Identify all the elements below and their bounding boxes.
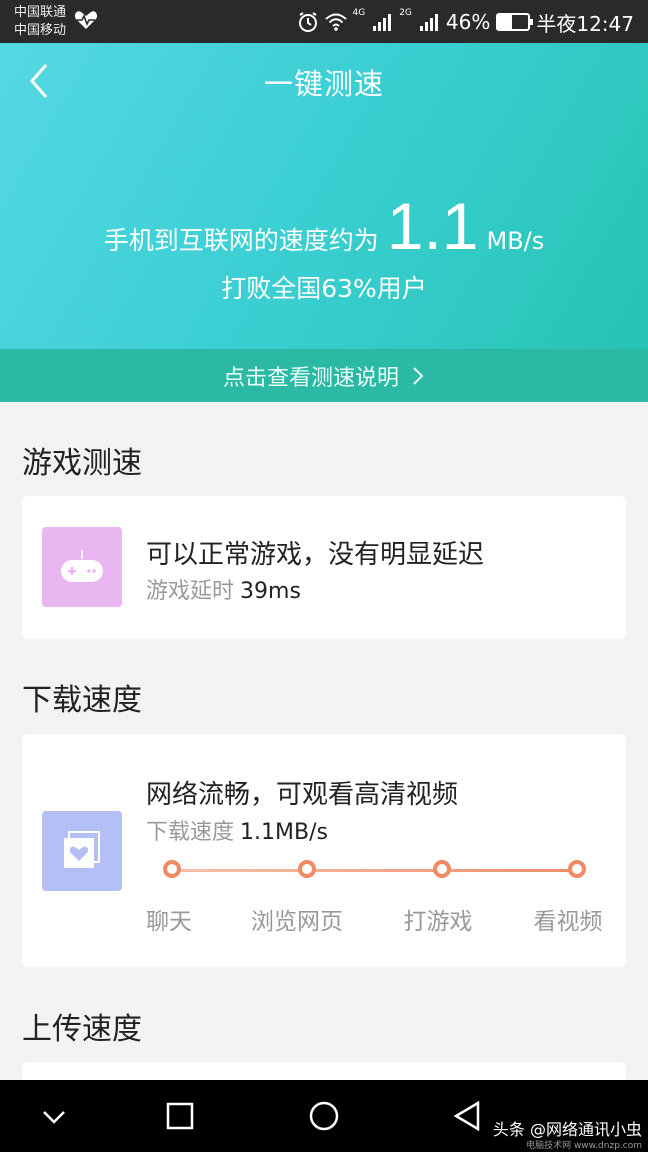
level-dot xyxy=(568,860,586,878)
download-speed-value: 1.1MB/s xyxy=(240,820,328,845)
download-speed-label: 下载速度 xyxy=(146,820,235,845)
watermark-site: 电脑技术网 www.dnzp.com xyxy=(526,1141,642,1151)
signal-icon-1 xyxy=(373,14,392,31)
battery-fill xyxy=(498,15,513,29)
level-label-video: 看视频 xyxy=(533,909,603,935)
home-icon[interactable] xyxy=(306,1098,342,1134)
game-status-text: 可以正常游戏，没有明显延迟 xyxy=(146,540,485,570)
level-track xyxy=(172,869,578,872)
video-card-icon xyxy=(64,831,100,868)
download-speed: 下载速度 1.1MB/s xyxy=(146,814,328,846)
latency-value: 39ms xyxy=(240,579,301,604)
speed-result: 手机到互联网的速度约为 1.1 MB/s xyxy=(0,193,648,259)
download-status-text: 网络流畅，可观看高清视频 xyxy=(146,780,459,810)
alarm-icon xyxy=(298,12,317,32)
level-label-browse: 浏览网页 xyxy=(251,909,343,935)
speed-test-header: 一键测速 手机到互联网的速度约为 1.1 MB/s 打败全国63%用户 xyxy=(0,43,648,349)
status-bar: 中国联通 中国移动 4G 2G 46% 半夜12:47 xyxy=(0,0,648,43)
carrier-info: 中国联通 中国移动 xyxy=(14,4,66,40)
explain-link-label: 点击查看测速说明 xyxy=(222,365,399,391)
speed-unit: MB/s xyxy=(486,227,545,255)
level-dot xyxy=(433,860,451,878)
level-label-game: 打游戏 xyxy=(403,909,473,935)
gamepad-icon xyxy=(61,550,103,582)
network-type-2: 2G xyxy=(399,8,412,18)
speed-value: 1.1 xyxy=(386,189,479,263)
chevron-right-icon xyxy=(413,366,424,385)
ranking-text: 打败全国63%用户 xyxy=(221,274,427,303)
level-dot xyxy=(298,860,316,878)
network-type-1: 4G xyxy=(352,8,366,18)
download-section-title: 下载速度 xyxy=(22,683,142,718)
heart-rate-icon xyxy=(74,11,98,29)
wifi-icon xyxy=(324,13,347,31)
recent-apps-icon[interactable] xyxy=(162,1098,198,1134)
speed-prefix: 手机到互联网的速度约为 xyxy=(103,226,379,255)
watermark-text: 头条 @网络通讯小虫 xyxy=(492,1120,642,1139)
hide-keyboard-icon[interactable] xyxy=(36,1098,72,1134)
carrier-2: 中国移动 xyxy=(14,23,67,38)
game-section-title: 游戏测速 xyxy=(22,446,142,481)
level-dot xyxy=(163,860,181,878)
clock: 半夜12:47 xyxy=(536,11,634,36)
upload-section-title: 上传速度 xyxy=(22,1012,142,1047)
speed-explanation-link[interactable]: 点击查看测速说明 xyxy=(0,349,648,402)
download-tile xyxy=(42,811,122,891)
download-card: 网络流畅，可观看高清视频 下载速度 1.1MB/s 聊天 浏览网页 打游戏 看视频 xyxy=(22,734,626,967)
level-label-chat: 聊天 xyxy=(146,909,192,935)
signal-icon-2 xyxy=(419,14,438,31)
game-latency: 游戏延时 39ms xyxy=(146,573,301,605)
latency-label: 游戏延时 xyxy=(146,579,235,604)
system-nav-bar: 头条 @网络通讯小虫 电脑技术网 www.dnzp.com xyxy=(0,1080,648,1152)
page-title: 一键测速 xyxy=(263,67,384,101)
game-card: 可以正常游戏，没有明显延迟 游戏延时 39ms xyxy=(22,496,626,639)
status-icons: 4G 2G 46% 半夜12:47 xyxy=(297,8,634,36)
battery-icon xyxy=(496,13,534,31)
carrier-1: 中国联通 xyxy=(14,5,67,20)
battery-percent: 46% xyxy=(445,10,491,34)
game-tile xyxy=(42,527,122,607)
back-icon[interactable] xyxy=(450,1098,486,1134)
